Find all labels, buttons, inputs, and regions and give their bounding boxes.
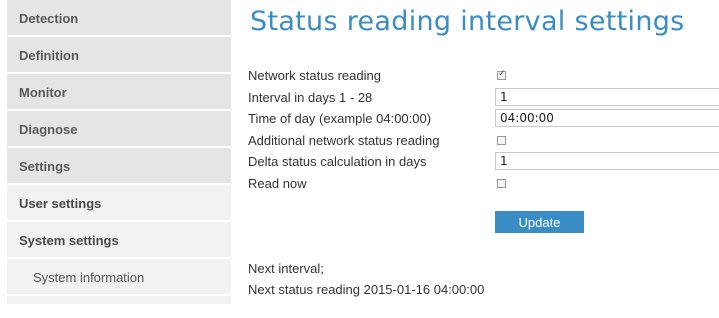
sidebar-item-detection[interactable]: Detection bbox=[7, 0, 231, 37]
sidebar-item-next-partial bbox=[7, 296, 231, 306]
form-row-delta-days: Delta status calculation in days bbox=[248, 152, 719, 174]
next-status-reading-value: Next status reading 2015-01-16 04:00:00 bbox=[248, 282, 485, 297]
network-status-reading-checkbox[interactable] bbox=[497, 68, 506, 80]
form-row-network-status-reading: Network status reading bbox=[248, 66, 719, 88]
sidebar-item-system-settings[interactable]: System settings bbox=[7, 222, 231, 259]
network-status-reading-label: Network status reading bbox=[248, 68, 381, 83]
sidebar-item-monitor[interactable]: Monitor bbox=[7, 74, 231, 111]
sidebar-item-settings[interactable]: Settings bbox=[7, 148, 231, 185]
next-interval-label: Next interval; bbox=[248, 261, 324, 276]
sidebar-item-user-settings[interactable]: User settings bbox=[7, 185, 231, 222]
sidebar-item-system-information[interactable]: System information bbox=[7, 259, 231, 296]
page-title: Status reading interval settings bbox=[250, 6, 685, 37]
additional-reading-label: Additional network status reading bbox=[248, 132, 440, 148]
time-of-day-input[interactable] bbox=[495, 109, 719, 127]
form-row-interval-days: Interval in days 1 - 28 bbox=[248, 87, 719, 110]
form-row-read-now: Read now bbox=[248, 174, 719, 196]
form-row-additional-reading: Additional network status reading bbox=[248, 131, 719, 153]
update-button[interactable]: Update bbox=[495, 211, 584, 233]
delta-days-label: Delta status calculation in days bbox=[248, 154, 427, 169]
form-row-time-of-day: Time of day (example 04:00:00) bbox=[248, 109, 719, 131]
read-now-label: Read now bbox=[248, 175, 307, 191]
interval-settings-form: Network status reading Interval in days … bbox=[248, 66, 719, 233]
time-of-day-label: Time of day (example 04:00:00) bbox=[248, 111, 432, 126]
sidebar-item-definition[interactable]: Definition bbox=[7, 37, 231, 74]
additional-reading-checkbox[interactable] bbox=[497, 135, 506, 145]
delta-days-input[interactable] bbox=[495, 152, 719, 170]
interval-days-label: Interval in days 1 - 28 bbox=[248, 89, 373, 105]
read-now-checkbox[interactable] bbox=[497, 178, 506, 188]
sidebar-nav: Detection Definition Monitor Diagnose Se… bbox=[7, 0, 231, 318]
sidebar-item-diagnose[interactable]: Diagnose bbox=[7, 111, 231, 148]
interval-days-input[interactable] bbox=[495, 87, 719, 106]
